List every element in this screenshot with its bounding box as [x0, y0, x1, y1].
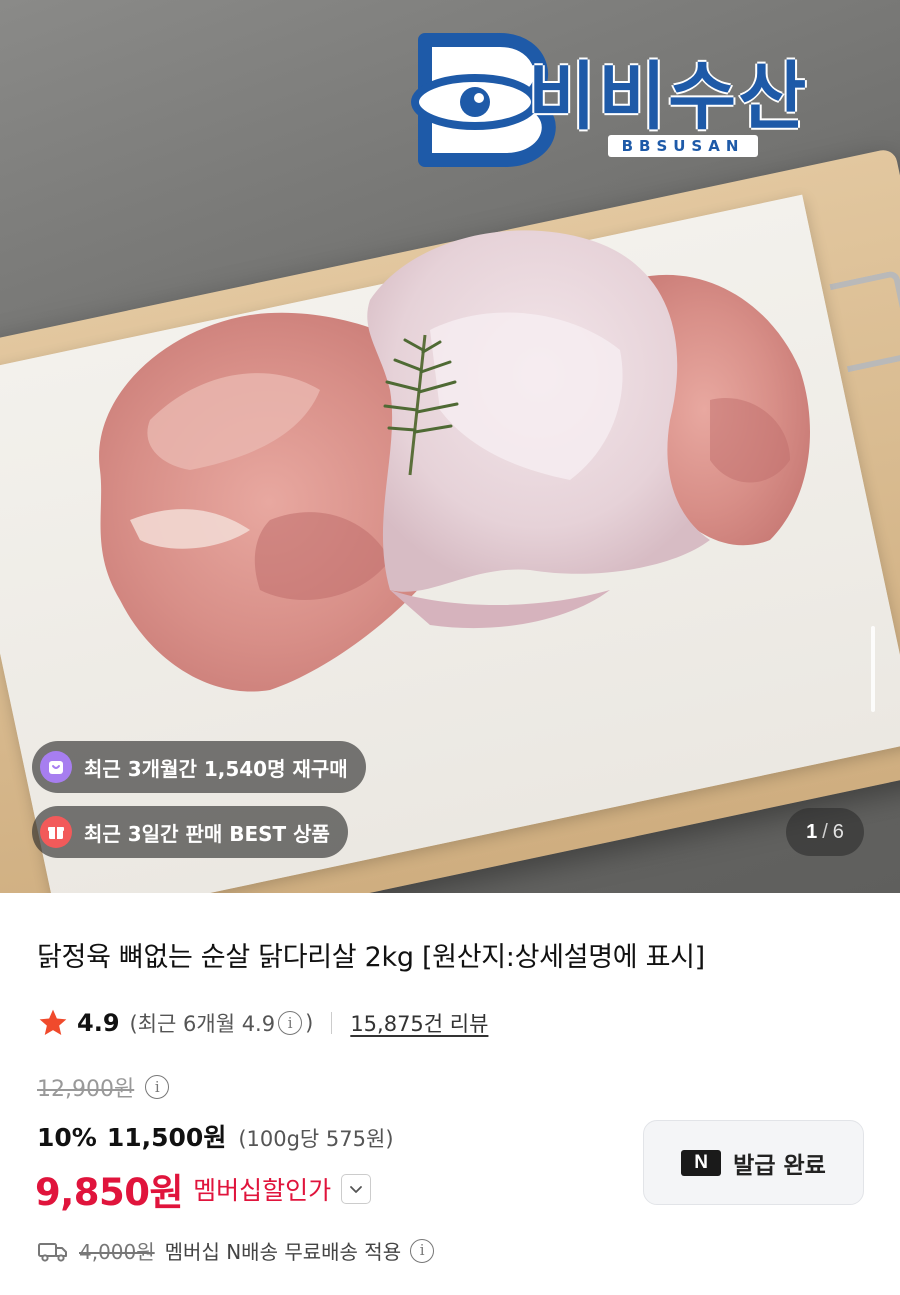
- brand-subtitle: BBSUSAN: [608, 135, 758, 157]
- image-pager: 1 / 6: [786, 808, 864, 856]
- price-info-icon[interactable]: i: [145, 1075, 170, 1099]
- recent-rating-close: ): [305, 1011, 314, 1035]
- original-shipping-fee: 4,000원: [79, 1240, 155, 1264]
- info-icon[interactable]: i: [278, 1011, 303, 1035]
- star-icon: [39, 1009, 67, 1035]
- discount-price: 11,500원: [106, 1123, 227, 1152]
- rating-row: 4.9 (최근 6개월 4.9 i ) 15,875건 리뷰: [37, 1004, 488, 1042]
- coupon-issued-button[interactable]: N 발급 완료: [643, 1120, 864, 1205]
- discount-rate: 10%: [37, 1123, 97, 1152]
- original-price: 12,900원: [37, 1077, 135, 1102]
- image-scroll-indicator: [871, 626, 875, 712]
- unit-price: (100g당 575원): [238, 1127, 394, 1151]
- review-count-link[interactable]: 15,875건 리뷰: [350, 1008, 488, 1038]
- divider: [331, 1012, 333, 1034]
- naver-n-icon: N: [681, 1149, 722, 1176]
- expand-price-button[interactable]: [341, 1174, 372, 1204]
- coupon-label: 발급 완료: [733, 1152, 826, 1179]
- brand-name: 비비수산: [528, 54, 809, 140]
- repurchase-badge-label: 최근 3개월간 1,540명 재구매: [84, 756, 348, 781]
- product-title: 닭정육 뼈없는 순살 닭다리살 2kg [원산지:상세설명에 표시]: [37, 942, 705, 973]
- truck-icon: [38, 1242, 67, 1262]
- original-price-row: 12,900원 i: [37, 1071, 172, 1103]
- discount-price-row: 10% 11,500원 (100g당 575원): [37, 1118, 394, 1154]
- product-image[interactable]: 비비수산 BBSUSAN 최근 3개월간 1,540명 재구매 최근 3일간 판…: [0, 0, 900, 893]
- pager-current: 1: [806, 820, 818, 843]
- repurchase-badge: 최근 3개월간 1,540명 재구매: [32, 741, 366, 793]
- membership-price-label: 멤버십할인가: [193, 1176, 332, 1205]
- chevron-down-icon: [350, 1186, 362, 1193]
- best-seller-badge: 최근 3일간 판매 BEST 상품: [32, 806, 348, 858]
- recent-rating-note: (최근 6개월 4.9 i ): [129, 1008, 314, 1038]
- membership-price: 9,850원: [35, 1171, 184, 1214]
- rosemary-sprig: [383, 334, 459, 476]
- recent-rating-text: (최근 6개월 4.9: [129, 1012, 276, 1036]
- shipping-row: 4,000원 멤버십 N배송 무료배송 적용 i: [37, 1236, 437, 1265]
- gift-box-icon: [40, 816, 72, 848]
- shipping-info-icon[interactable]: i: [410, 1238, 435, 1263]
- pager-total: 6: [832, 820, 844, 843]
- shopping-bag-icon: [40, 751, 72, 783]
- rating-score: 4.9: [77, 1009, 120, 1037]
- pager-separator: /: [822, 820, 828, 843]
- shipping-text: 멤버십 N배송 무료배송 적용: [164, 1240, 402, 1264]
- membership-price-row: 9,850원 멤버십할인가: [35, 1162, 372, 1216]
- best-seller-badge-label: 최근 3일간 판매 BEST 상품: [84, 821, 330, 846]
